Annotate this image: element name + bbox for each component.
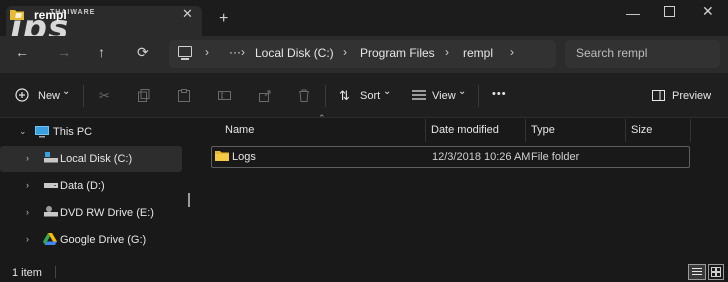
cut-icon[interactable]: ✂: [99, 88, 110, 104]
breadcrumb-local-disk[interactable]: Local Disk (C:): [255, 46, 334, 60]
chevron-right-icon: ›: [343, 45, 347, 59]
computer-stand-icon: [181, 58, 189, 60]
status-bar: [0, 262, 728, 282]
sort-icon: ⇅: [339, 88, 350, 103]
column-header-type[interactable]: Type: [531, 124, 555, 136]
drive-icon: [44, 183, 58, 188]
item-count: 1 item: [12, 267, 42, 279]
chevron-right-icon[interactable]: ›: [26, 153, 29, 163]
chevron-right-icon[interactable]: ›: [510, 45, 514, 59]
column-divider[interactable]: [690, 119, 691, 142]
copy-icon[interactable]: [138, 89, 150, 102]
tree-item-data-d[interactable]: Data (D:): [60, 180, 105, 192]
file-date: 12/3/2018 10:26 AM: [432, 151, 531, 163]
tree-item-dvd-drive[interactable]: DVD RW Drive (E:): [60, 207, 154, 219]
refresh-button[interactable]: ⟳: [137, 44, 149, 61]
column-divider[interactable]: [625, 119, 626, 142]
new-tab-button[interactable]: +: [219, 10, 228, 28]
file-name[interactable]: Logs: [232, 151, 256, 163]
close-window-button[interactable]: ✕: [702, 3, 714, 20]
file-list: [197, 118, 728, 262]
chevron-right-icon[interactable]: ›: [26, 180, 29, 190]
view-button[interactable]: View: [432, 90, 456, 102]
preview-button[interactable]: Preview: [672, 90, 711, 102]
share-icon[interactable]: [259, 89, 272, 102]
back-button[interactable]: ←: [15, 44, 29, 60]
search-input[interactable]: Search rempl: [576, 46, 647, 60]
google-drive-icon: [43, 233, 57, 245]
rename-icon[interactable]: [218, 89, 231, 102]
column-header-size[interactable]: Size: [631, 124, 652, 136]
computer-icon: [178, 46, 192, 57]
breadcrumb-program-files[interactable]: Program Files: [360, 46, 435, 60]
details-view-button[interactable]: [688, 264, 706, 280]
column-divider[interactable]: [425, 119, 426, 142]
column-header-date[interactable]: Date modified: [431, 124, 499, 136]
chevron-down-icon: ⌄: [458, 86, 467, 97]
divider: [83, 85, 84, 107]
up-button[interactable]: ↑: [98, 44, 105, 60]
chevron-right-icon: ›: [445, 45, 449, 59]
new-button[interactable]: New: [38, 90, 60, 102]
chevron-right-icon: ›: [205, 45, 209, 59]
chevron-right-icon: ›: [241, 45, 245, 59]
watermark-brand: THAIWARE: [50, 9, 96, 16]
dvd-drive-icon: [44, 206, 58, 217]
chevron-right-icon[interactable]: ›: [26, 234, 29, 244]
this-pc-icon: [35, 126, 49, 138]
delete-icon[interactable]: [298, 89, 310, 102]
tree-item-this-pc[interactable]: This PC: [53, 126, 92, 138]
divider: [325, 85, 326, 107]
column-header-name[interactable]: Name: [225, 124, 254, 136]
breadcrumb-more[interactable]: ···: [229, 45, 241, 59]
file-type: File folder: [531, 151, 580, 163]
chevron-right-icon[interactable]: ›: [26, 207, 29, 217]
more-options-button[interactable]: •••: [492, 88, 507, 100]
forward-button[interactable]: →: [57, 44, 71, 60]
divider: [55, 266, 56, 278]
chevron-down-icon: ⌄: [383, 86, 392, 97]
tab-close-icon[interactable]: ✕: [182, 6, 193, 22]
sort-button[interactable]: Sort: [360, 90, 380, 102]
tiles-view-icon: [711, 267, 721, 277]
nav-scrollbar-vertical[interactable]: [188, 193, 190, 207]
divider: [478, 85, 479, 107]
chevron-down-icon: ⌄: [62, 86, 71, 97]
preview-pane-icon: [652, 90, 665, 101]
minimize-button[interactable]: —: [626, 5, 640, 21]
view-icon: [412, 90, 426, 100]
tree-item-google-drive[interactable]: Google Drive (G:): [60, 234, 146, 246]
maximize-button[interactable]: [664, 6, 675, 17]
paste-icon[interactable]: [178, 89, 190, 102]
tree-label-local-disk: Local Disk (C:): [60, 153, 133, 165]
new-plus-icon: [15, 88, 29, 102]
chevron-down-icon[interactable]: ⌄: [19, 126, 27, 137]
tiles-view-button[interactable]: [708, 264, 724, 280]
drive-c-icon: [44, 152, 58, 163]
details-view-icon: [692, 268, 702, 275]
folder-icon: [215, 151, 229, 161]
sort-ascending-icon: ⌃: [318, 113, 326, 123]
breadcrumb-rempl[interactable]: rempl: [463, 46, 493, 60]
column-divider[interactable]: [525, 119, 526, 142]
